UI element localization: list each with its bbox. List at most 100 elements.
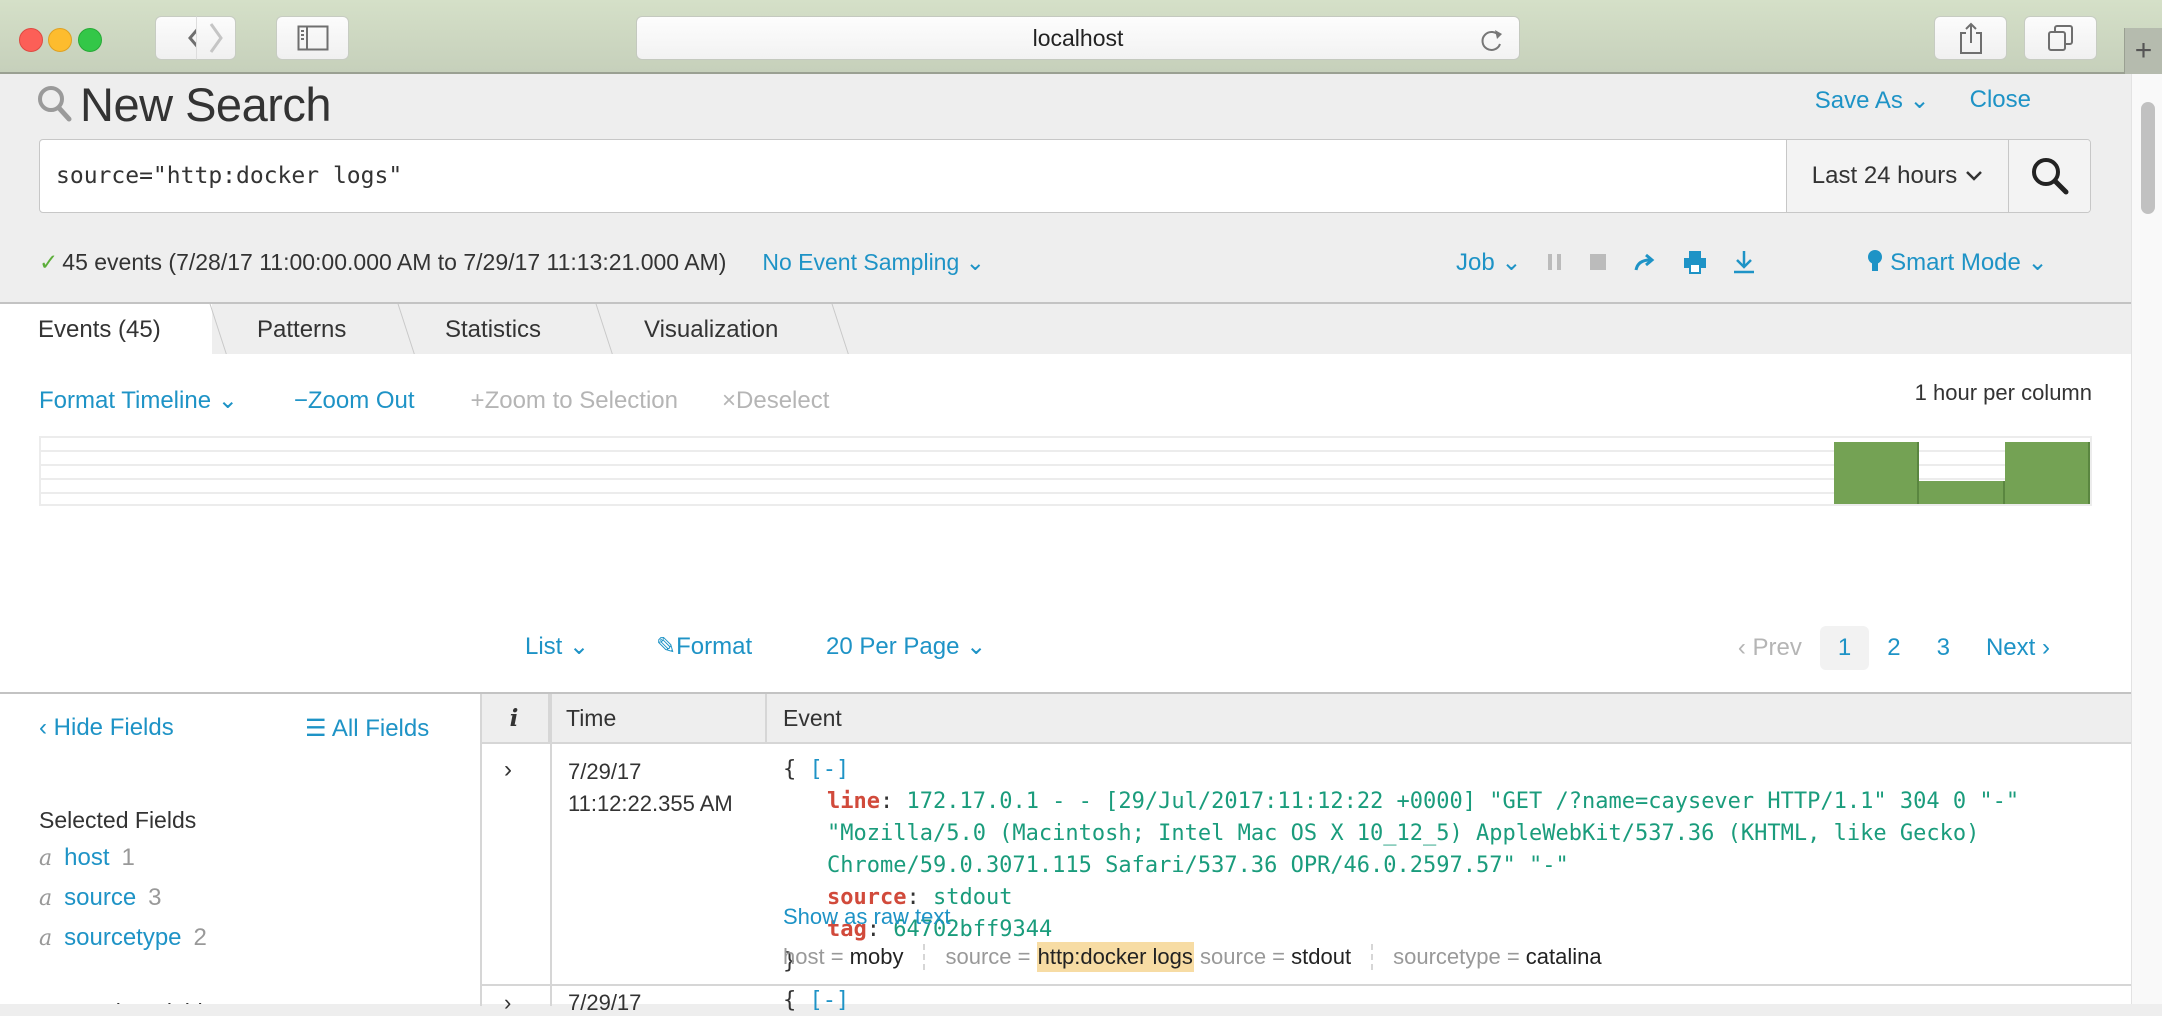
- sidebar-toggle-button[interactable]: [276, 16, 349, 60]
- interesting-fields-heading: Interesting Fields: [39, 999, 214, 1004]
- next-page-button[interactable]: Next ›: [1968, 626, 2068, 670]
- chevron-down-icon: ⌄: [965, 248, 985, 275]
- results-toolbar: List ⌄ ✎Format 20 Per Page ⌄ ‹ Prev 1 2 …: [0, 624, 2131, 674]
- close-icon: ×: [722, 386, 737, 414]
- format-button[interactable]: ✎Format: [656, 632, 752, 661]
- divider: [923, 944, 926, 970]
- window-maximize-button[interactable]: [78, 28, 102, 52]
- page-1-button[interactable]: 1: [1819, 626, 1870, 670]
- time-range-label: Last 24 hours: [1811, 162, 1958, 189]
- timeline-controls: Format Timeline ⌄ −Zoom Out +Zoom to Sel…: [39, 386, 885, 415]
- format-timeline-dropdown[interactable]: Format Timeline ⌄: [39, 386, 238, 415]
- page-3-button[interactable]: 3: [1919, 626, 1968, 670]
- string-type-icon: a: [39, 886, 53, 911]
- search-submit-button[interactable]: [2008, 140, 2090, 212]
- tab-statistics[interactable]: Statistics: [445, 304, 541, 356]
- event-time: 7/29/17: [568, 990, 642, 1015]
- time-range-picker[interactable]: Last 24 hours: [1786, 140, 2008, 212]
- forward-button[interactable]: [196, 16, 236, 60]
- field-item-source[interactable]: a source 3: [39, 884, 162, 912]
- timeline-histogram[interactable]: [39, 436, 2092, 506]
- page-title: New Search: [80, 77, 332, 131]
- host-value[interactable]: moby: [850, 944, 904, 970]
- tab-visualization[interactable]: Visualization: [644, 304, 778, 356]
- field-item-sourcetype[interactable]: a sourcetype 2: [39, 924, 207, 952]
- source-value-highlighted[interactable]: http:docker logs: [1036, 942, 1194, 972]
- job-dropdown[interactable]: Job ⌄: [1456, 248, 1521, 277]
- share-button[interactable]: [1934, 16, 2007, 60]
- chevron-down-icon: ⌄: [2027, 248, 2048, 276]
- event-count-summary: 45 events (7/28/17 11:00:00.000 AM to 7/…: [62, 248, 727, 275]
- url-bar[interactable]: localhost: [636, 16, 1520, 60]
- chevron-down-icon: ⌄: [1501, 248, 1522, 276]
- pagination: ‹ Prev 1 2 3 Next ›: [1720, 626, 2068, 670]
- timeline-bar[interactable]: [2004, 442, 2090, 504]
- event-metadata: host = moby source = http:docker logs so…: [783, 942, 1602, 972]
- tab-patterns[interactable]: Patterns: [257, 304, 346, 356]
- search-query-input[interactable]: [40, 140, 1786, 212]
- chevron-down-icon: ⌄: [1909, 87, 1930, 114]
- reload-icon[interactable]: [1479, 26, 1505, 54]
- string-type-icon: a: [39, 926, 53, 951]
- timeline-bar[interactable]: [1919, 481, 2005, 504]
- lightbulb-icon: [1868, 249, 1883, 271]
- page-header: New Search: [36, 74, 332, 134]
- window-minimize-button[interactable]: [48, 28, 72, 52]
- timeline-scale-label: 1 hour per column: [1914, 380, 2092, 405]
- print-icon[interactable]: [1683, 250, 1707, 274]
- tabs-icon: [2047, 25, 2073, 51]
- gridline: [41, 478, 2090, 480]
- view-list-dropdown[interactable]: List ⌄: [525, 632, 589, 661]
- zoom-to-selection-button[interactable]: +Zoom to Selection: [471, 387, 678, 415]
- scrollbar-thumb[interactable]: [2141, 102, 2155, 214]
- source-value[interactable]: stdout: [1291, 944, 1351, 970]
- share-job-icon[interactable]: [1633, 252, 1657, 272]
- chevron-left-icon: ‹: [1737, 634, 1746, 661]
- show-raw-text-link[interactable]: Show as raw text: [783, 904, 951, 930]
- gridline: [41, 450, 2090, 452]
- pause-icon[interactable]: [1547, 253, 1563, 271]
- export-download-icon[interactable]: [1733, 250, 1755, 274]
- fields-sidebar: ‹ Hide Fields ☰ All Fields Selected Fiel…: [0, 694, 480, 1004]
- close-link[interactable]: Close: [1970, 86, 2031, 115]
- sourcetype-value[interactable]: catalina: [1526, 944, 1602, 970]
- save-as-dropdown[interactable]: Save As ⌄: [1815, 86, 1930, 115]
- chevron-down-icon: ⌄: [966, 633, 987, 660]
- expand-row-icon[interactable]: ›: [504, 990, 511, 1016]
- event-json: { [-]: [783, 988, 850, 1013]
- page-2-button[interactable]: 2: [1869, 626, 1918, 670]
- field-item-host[interactable]: a host 1: [39, 844, 135, 872]
- window-close-button[interactable]: [19, 28, 43, 52]
- new-tab-button[interactable]: +: [2124, 28, 2162, 74]
- job-controls: Job ⌄ Smart Mode ⌄: [1456, 244, 2074, 280]
- gridline: [41, 492, 2090, 494]
- hide-fields-button[interactable]: ‹ Hide Fields: [39, 714, 174, 742]
- all-fields-button[interactable]: ☰ All Fields: [305, 714, 429, 743]
- timeline-bar[interactable]: [1833, 442, 1920, 504]
- minus-icon: −: [293, 386, 308, 414]
- results-tabs: Events (45) Patterns Statistics Visualiz…: [0, 302, 2131, 356]
- share-icon: [1959, 22, 1982, 54]
- sidebar-icon: [297, 25, 328, 51]
- stop-icon[interactable]: [1589, 253, 1607, 271]
- string-type-icon: a: [39, 846, 53, 871]
- divider: [1371, 944, 1374, 970]
- search-bar: Last 24 hours: [39, 139, 2091, 213]
- event-sampling-dropdown[interactable]: No Event Sampling ⌄: [762, 249, 985, 276]
- chevron-right-icon: ›: [2042, 634, 2050, 661]
- tab-events[interactable]: Events (45): [0, 304, 212, 356]
- chevron-down-icon: [1966, 171, 1983, 181]
- page-scrollbar[interactable]: [2131, 74, 2162, 1004]
- url-text: localhost: [1032, 24, 1124, 51]
- per-page-dropdown[interactable]: 20 Per Page ⌄: [826, 632, 986, 661]
- chevron-down-icon: ⌄: [217, 387, 238, 414]
- search-mode-dropdown[interactable]: Smart Mode ⌄: [1867, 248, 2048, 277]
- deselect-button[interactable]: ×Deselect: [722, 387, 829, 415]
- prev-page-button[interactable]: ‹ Prev: [1720, 626, 1820, 670]
- job-status: ✓ 45 events (7/28/17 11:00:00.000 AM to …: [39, 244, 985, 280]
- header-actions: Save As ⌄ Close: [1815, 86, 2031, 115]
- tabs-overview-button[interactable]: [2024, 16, 2097, 60]
- selected-fields-heading: Selected Fields: [39, 807, 197, 833]
- zoom-out-button[interactable]: −Zoom Out: [294, 387, 415, 415]
- gridline: [41, 464, 2090, 466]
